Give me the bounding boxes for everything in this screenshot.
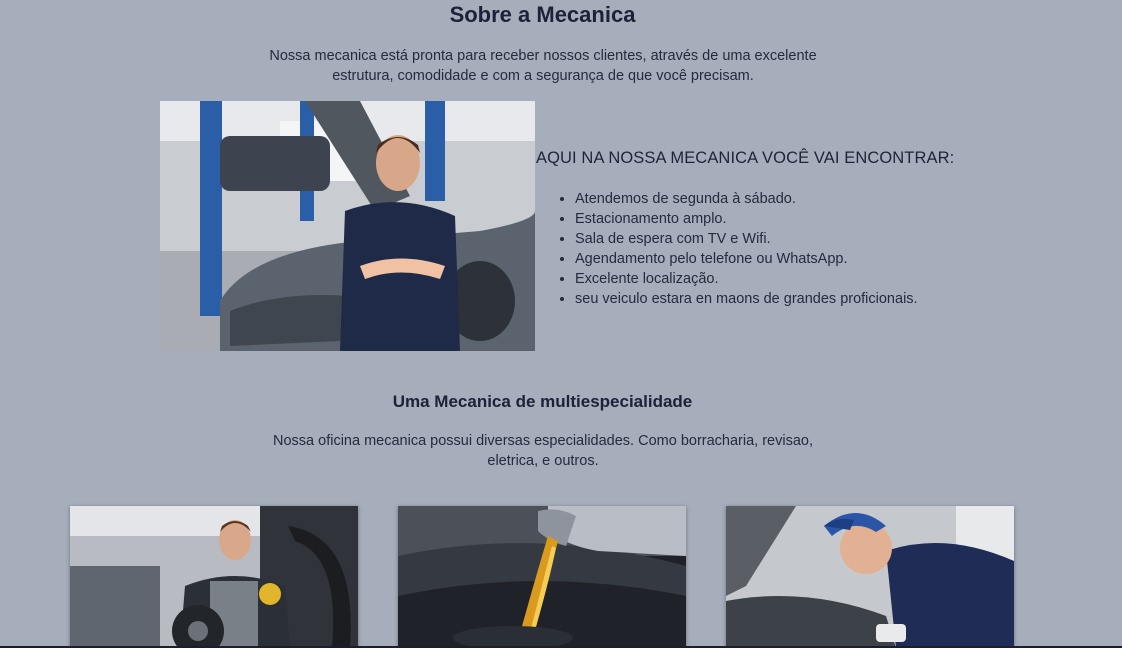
feature-item: Atendemos de segunda à sábado. <box>575 189 918 209</box>
feature-item: Agendamento pelo telefone ou WhatsApp. <box>575 249 918 269</box>
mechanic-hero-image <box>160 101 535 351</box>
specialties-description: Nossa oficina mecanica possui diversas e… <box>273 433 813 469</box>
oil-change-image <box>398 506 686 648</box>
features-heading: AQUI NA NOSSA MECANICA VOCÊ VAI ENCONTRA… <box>536 149 955 167</box>
tire-service-image <box>70 506 358 648</box>
mechanic-working-image <box>726 506 1014 648</box>
about-description: Nossa mecanica está pronta para receber … <box>269 48 817 84</box>
about-title: Sobre a Mecanica <box>449 2 636 27</box>
features-list: Atendemos de segunda à sábado. Estaciona… <box>575 189 918 309</box>
specialties-title: Uma Mecanica de multiespecialidade <box>392 392 693 411</box>
feature-item: Excelente localização. <box>575 269 918 289</box>
feature-item: Sala de espera com TV e Wifi. <box>575 229 918 249</box>
feature-item: seu veiculo estara en maons de grandes p… <box>575 289 918 309</box>
feature-item: Estacionamento amplo. <box>575 209 918 229</box>
